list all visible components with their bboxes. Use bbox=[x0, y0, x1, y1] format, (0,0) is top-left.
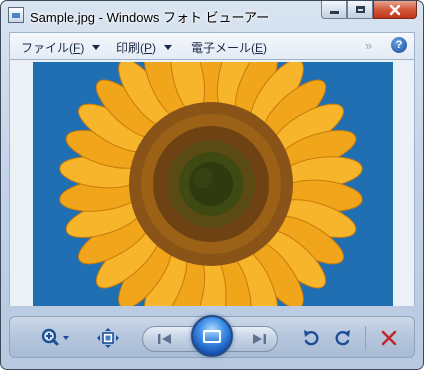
previous-icon bbox=[158, 334, 171, 344]
minimize-button[interactable] bbox=[321, 1, 347, 19]
email-menu-accel: E bbox=[255, 40, 264, 55]
rotate-counterclockwise-icon bbox=[304, 330, 319, 346]
control-bar bbox=[9, 315, 415, 358]
file-menu-accel: F bbox=[73, 40, 81, 55]
maximize-icon bbox=[355, 6, 365, 13]
help-icon[interactable]: ? bbox=[391, 37, 407, 53]
maximize-button[interactable] bbox=[347, 1, 373, 19]
menu-bar: ファイル(F) 印刷(P) 電子メール(E) » ? bbox=[9, 32, 415, 60]
chevron-down-icon bbox=[92, 45, 101, 50]
window-title: Sample.jpg - Windows フォト ビューアー bbox=[30, 10, 270, 25]
file-menu[interactable]: ファイル(F) bbox=[21, 39, 101, 56]
slideshow-button[interactable] bbox=[191, 315, 233, 357]
email-menu-label: 電子メール( bbox=[191, 41, 255, 55]
caption-buttons bbox=[321, 1, 417, 19]
sunflower-photo bbox=[33, 62, 393, 306]
rotate-clockwise-button[interactable] bbox=[332, 327, 354, 349]
email-menu-label-close: ) bbox=[263, 40, 268, 55]
rotate-clockwise-icon bbox=[335, 330, 350, 346]
title-bar[interactable]: Sample.jpg - Windows フォト ビューアー bbox=[1, 1, 423, 31]
print-menu-label-close: ) bbox=[152, 40, 157, 55]
file-menu-label-close: ) bbox=[80, 40, 85, 55]
print-menu-label: 印刷( bbox=[116, 41, 144, 55]
file-menu-label: ファイル( bbox=[21, 41, 73, 55]
close-button[interactable] bbox=[373, 1, 417, 19]
next-icon bbox=[253, 334, 266, 344]
slideshow-icon bbox=[203, 329, 221, 343]
email-menu[interactable]: 電子メール(E) bbox=[191, 39, 267, 56]
more-commands-button[interactable]: » bbox=[365, 38, 372, 53]
minimize-icon bbox=[329, 11, 339, 14]
print-menu-accel: P bbox=[144, 40, 153, 55]
photo-viewer-window: Sample.jpg - Windows フォト ビューアー ファイル(F) 印… bbox=[0, 0, 424, 370]
print-menu[interactable]: 印刷(P) bbox=[116, 39, 173, 56]
chevron-down-icon bbox=[164, 45, 173, 50]
actual-size-button[interactable] bbox=[96, 327, 120, 349]
rotate-counterclockwise-button[interactable] bbox=[300, 327, 322, 349]
delete-button[interactable] bbox=[378, 327, 400, 349]
control-separator bbox=[365, 326, 366, 350]
delete-icon bbox=[381, 330, 397, 346]
zoom-button[interactable] bbox=[38, 327, 72, 349]
next-button[interactable] bbox=[248, 330, 270, 348]
previous-button[interactable] bbox=[154, 330, 176, 348]
close-icon bbox=[389, 4, 401, 15]
fit-to-window-icon bbox=[97, 328, 119, 348]
image-view[interactable] bbox=[9, 60, 415, 306]
photo-viewer-app-icon[interactable] bbox=[8, 7, 24, 23]
zoom-icon bbox=[41, 328, 69, 346]
